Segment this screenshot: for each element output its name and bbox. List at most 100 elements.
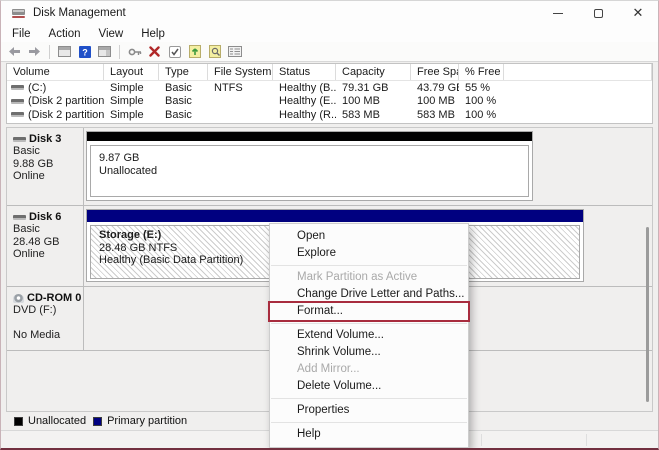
find-icon[interactable] bbox=[206, 44, 223, 60]
disk3-name: Disk 3 bbox=[29, 133, 61, 145]
menu-item-mark-partition-active: Mark Partition as Active bbox=[270, 269, 468, 286]
export-list-icon[interactable] bbox=[186, 44, 203, 60]
table-row[interactable]: (Disk 2 partition 4) Simple Basic Health… bbox=[7, 108, 652, 122]
cell-status: Healthy (B... bbox=[273, 82, 336, 94]
cell-capacity: 583 MB bbox=[336, 109, 411, 121]
disk-management-window: Disk Management ✕ File Action View Help … bbox=[0, 0, 659, 450]
statusbar-divider bbox=[481, 434, 482, 446]
disk3-size: 9.88 GB bbox=[13, 158, 83, 171]
close-button[interactable]: ✕ bbox=[618, 1, 658, 25]
header-status[interactable]: Status bbox=[273, 64, 336, 80]
partition-context-menu: Open Explore Mark Partition as Active Ch… bbox=[269, 223, 469, 448]
menu-separator bbox=[271, 323, 467, 324]
disk-management-app-icon bbox=[11, 7, 26, 20]
header-volume[interactable]: Volume bbox=[7, 64, 104, 80]
disk3-kind: Basic bbox=[13, 145, 83, 158]
disk6-label[interactable]: Disk 6 Basic 28.48 GB Online bbox=[7, 206, 84, 286]
menu-item-change-drive-letter[interactable]: Change Drive Letter and Paths... bbox=[270, 286, 468, 303]
details-view-icon[interactable] bbox=[226, 44, 243, 60]
volume-table-header: Volume Layout Type File System Status Ca… bbox=[7, 64, 652, 81]
header-free-space[interactable]: Free Spa... bbox=[411, 64, 459, 80]
volume-name: (Disk 2 partition 4) bbox=[28, 109, 104, 121]
disk3-state: Online bbox=[13, 170, 83, 183]
menu-action[interactable]: Action bbox=[40, 28, 90, 40]
legend-unallocated: Unallocated bbox=[14, 415, 86, 427]
cell-type: Basic bbox=[159, 82, 208, 94]
header-layout[interactable]: Layout bbox=[104, 64, 159, 80]
unallocated-color-bar bbox=[87, 132, 532, 142]
table-row[interactable]: (Disk 2 partition 1) Simple Basic Health… bbox=[7, 95, 652, 109]
volume-list-pane: Volume Layout Type File System Status Ca… bbox=[6, 63, 653, 124]
help-icon[interactable]: ? bbox=[76, 44, 93, 60]
delete-volume-icon[interactable] bbox=[146, 44, 163, 60]
disk-row-disk3: Disk 3 Basic 9.88 GB Online 9.87 GB Unal… bbox=[7, 128, 652, 206]
statusbar-divider bbox=[586, 434, 587, 446]
disk-icon bbox=[13, 215, 26, 220]
menu-item-help[interactable]: Help bbox=[270, 426, 468, 443]
toolbar-separator bbox=[119, 45, 120, 59]
menu-file[interactable]: File bbox=[3, 28, 40, 40]
header-type[interactable]: Type bbox=[159, 64, 208, 80]
cdrom0-kind: DVD (F:) bbox=[13, 304, 83, 317]
cell-capacity: 100 MB bbox=[336, 95, 411, 107]
forward-icon[interactable] bbox=[26, 44, 43, 60]
cell-free: 43.79 GB bbox=[411, 82, 459, 94]
menu-separator bbox=[271, 265, 467, 266]
disk3-label[interactable]: Disk 3 Basic 9.88 GB Online bbox=[7, 128, 84, 205]
header-pct-free[interactable]: % Free bbox=[459, 64, 504, 80]
menu-bar: File Action View Help bbox=[1, 25, 658, 42]
cell-layout: Simple bbox=[104, 95, 159, 107]
cell-layout: Simple bbox=[104, 109, 159, 121]
disk6-state: Online bbox=[13, 248, 83, 261]
menu-item-delete-volume[interactable]: Delete Volume... bbox=[270, 378, 468, 395]
cell-capacity: 79.31 GB bbox=[336, 82, 411, 94]
toolbar: ? bbox=[1, 42, 658, 62]
menu-separator bbox=[271, 422, 467, 423]
menu-item-shrink-volume[interactable]: Shrink Volume... bbox=[270, 344, 468, 361]
table-row[interactable]: (C:) Simple Basic NTFS Healthy (B... 79.… bbox=[7, 81, 652, 95]
cell-type: Basic bbox=[159, 109, 208, 121]
menu-item-open[interactable]: Open bbox=[270, 228, 468, 245]
legend-unallocated-label: Unallocated bbox=[28, 415, 86, 427]
menu-help[interactable]: Help bbox=[132, 28, 174, 40]
disk6-kind: Basic bbox=[13, 223, 83, 236]
disk3-unallocated-block[interactable]: 9.87 GB Unallocated bbox=[86, 131, 533, 201]
window-title: Disk Management bbox=[33, 7, 126, 19]
maximize-button[interactable] bbox=[578, 1, 618, 25]
cell-free: 100 MB bbox=[411, 95, 459, 107]
volume-icon bbox=[11, 112, 24, 117]
show-console-tree-icon[interactable] bbox=[56, 44, 73, 60]
cell-pct: 55 % bbox=[459, 82, 504, 94]
header-file-system[interactable]: File System bbox=[208, 64, 273, 80]
unallocated-label: Unallocated bbox=[99, 165, 528, 178]
cell-layout: Simple bbox=[104, 82, 159, 94]
menu-item-properties[interactable]: Properties bbox=[270, 402, 468, 419]
vertical-scrollbar[interactable] bbox=[646, 227, 649, 402]
back-icon[interactable] bbox=[6, 44, 23, 60]
cdrom0-name: CD-ROM 0 bbox=[27, 292, 81, 304]
menu-view[interactable]: View bbox=[90, 28, 133, 40]
volume-icon bbox=[11, 85, 24, 90]
menu-item-add-mirror: Add Mirror... bbox=[270, 361, 468, 378]
menu-item-explore[interactable]: Explore bbox=[270, 245, 468, 262]
title-bar: Disk Management ✕ bbox=[1, 1, 658, 25]
primary-partition-color-bar bbox=[87, 210, 583, 222]
volume-name: (C:) bbox=[28, 82, 46, 94]
menu-item-extend-volume[interactable]: Extend Volume... bbox=[270, 327, 468, 344]
legend-primary-label: Primary partition bbox=[107, 415, 187, 427]
unallocated-swatch bbox=[14, 417, 23, 426]
cd-icon bbox=[13, 294, 24, 303]
show-action-pane-icon[interactable] bbox=[96, 44, 113, 60]
properties-check-icon[interactable] bbox=[166, 44, 183, 60]
cdrom0-label[interactable]: CD-ROM 0 DVD (F:) No Media bbox=[7, 287, 84, 350]
primary-partition-swatch bbox=[93, 417, 102, 426]
cell-status: Healthy (R... bbox=[273, 109, 336, 121]
minimize-button[interactable] bbox=[538, 1, 578, 25]
toolbar-separator bbox=[49, 45, 50, 59]
header-capacity[interactable]: Capacity bbox=[336, 64, 411, 80]
menu-item-format[interactable]: Format... bbox=[270, 303, 468, 320]
attach-vhd-icon[interactable] bbox=[126, 44, 143, 60]
cdrom0-state: No Media bbox=[13, 329, 83, 342]
cell-pct: 100 % bbox=[459, 95, 504, 107]
cell-free: 583 MB bbox=[411, 109, 459, 121]
